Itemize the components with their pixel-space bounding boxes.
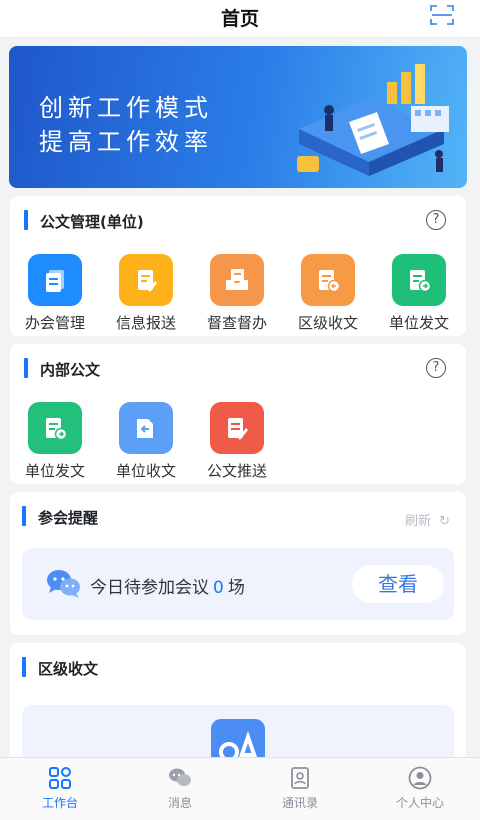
top-bar: 首页 — [0, 0, 480, 38]
contacts-book-icon — [291, 767, 309, 789]
banner-line-1: 创新工作模式 — [39, 94, 213, 122]
district-docs-title: 区级收文 — [38, 660, 99, 678]
bottom-tab-bar: 工作台 消息 通讯录 个人中心 — [0, 757, 480, 820]
help-icon[interactable]: ? — [426, 358, 446, 378]
tab-label: 通讯录 — [281, 796, 318, 810]
app-label: 办会管理 — [24, 314, 85, 332]
section-marker — [22, 506, 26, 526]
banner-line-2: 提高工作效率 — [39, 128, 213, 156]
app-district-receipt[interactable]: 区级收文 — [283, 254, 373, 333]
section-marker — [24, 210, 28, 230]
meeting-text-after: 场 — [227, 578, 245, 598]
tab-profile[interactable]: 个人中心 — [360, 758, 480, 820]
document-push-icon — [210, 402, 264, 454]
tab-label: 工作台 — [41, 796, 78, 810]
section-marker — [22, 657, 26, 677]
app-label: 单位收文 — [115, 462, 176, 480]
refresh-label: 刷新 — [404, 514, 431, 529]
official-docs-card: 公文管理(单位) ? 办会管理 信息报送 督查督办 区级收文 单位发文 — [10, 196, 466, 336]
tab-label: 消息 — [167, 796, 192, 810]
app-label: 区级收文 — [297, 314, 358, 332]
app-label: 公文推送 — [206, 462, 267, 480]
chat-bubbles-icon — [47, 570, 80, 598]
chat-bubbles-icon — [169, 768, 191, 786]
meeting-reminder-title: 参会提醒 — [38, 509, 99, 527]
inbox-tray-icon — [210, 254, 264, 306]
meeting-reminder-card: 参会提醒 刷新 ↻ 今日待参加会议 0 场 查看 — [10, 492, 466, 635]
app-label: 督查督办 — [206, 314, 267, 332]
district-docs-header: 区级收文 — [10, 643, 466, 691]
document-edit-icon — [119, 254, 173, 306]
app-internal-unit-dispatch[interactable]: 单位发文 — [10, 402, 100, 481]
meeting-count: 0 — [213, 578, 224, 598]
document-receive-icon — [301, 254, 355, 306]
meeting-reminder-panel: 今日待参加会议 0 场 查看 — [22, 548, 454, 620]
app-label: 单位发文 — [24, 462, 85, 480]
banner-illustration — [297, 64, 449, 176]
tab-label: 个人中心 — [395, 796, 444, 810]
app-internal-unit-receipt[interactable]: 单位收文 — [101, 402, 191, 481]
refresh-button[interactable]: 刷新 ↻ — [405, 510, 450, 529]
document-stack-icon — [28, 254, 82, 306]
internal-docs-header: 内部公文 ? — [10, 344, 466, 392]
document-send-icon — [28, 402, 82, 454]
app-label: 信息报送 — [115, 314, 176, 332]
tab-contacts[interactable]: 通讯录 — [240, 758, 360, 820]
scan-icon[interactable] — [430, 4, 454, 26]
folder-receive-icon — [119, 402, 173, 454]
help-icon[interactable]: ? — [426, 210, 446, 230]
section-marker — [24, 358, 28, 378]
page-title: 首页 — [220, 8, 259, 30]
tab-workbench[interactable]: 工作台 — [0, 758, 120, 820]
refresh-icon: ↻ — [439, 514, 450, 529]
app-supervision[interactable]: 督查督办 — [192, 254, 282, 333]
app-label: 单位发文 — [388, 314, 449, 332]
app-doc-push[interactable]: 公文推送 — [192, 402, 282, 481]
official-docs-title: 公文管理(单位) — [40, 213, 144, 231]
promo-banner[interactable]: 创新工作模式 提高工作效率 — [9, 46, 467, 188]
app-info-submission[interactable]: 信息报送 — [101, 254, 191, 333]
official-docs-header: 公文管理(单位) ? — [10, 196, 466, 244]
grid-apps-icon — [49, 767, 71, 789]
document-send-icon — [392, 254, 446, 306]
app-meeting-management[interactable]: 办会管理 — [10, 254, 100, 333]
meeting-reminder-header: 参会提醒 刷新 ↻ — [10, 492, 466, 540]
meeting-text-before: 今日待参加会议 — [90, 578, 209, 598]
internal-docs-card: 内部公文 ? 单位发文 单位收文 公文推送 — [10, 344, 466, 484]
tab-messages[interactable]: 消息 — [120, 758, 240, 820]
user-profile-icon — [408, 766, 432, 790]
view-meetings-button[interactable]: 查看 — [352, 565, 444, 603]
meeting-count-text: 今日待参加会议 0 场 — [90, 573, 245, 598]
app-unit-dispatch[interactable]: 单位发文 — [374, 254, 464, 333]
district-docs-card: 区级收文 — [10, 643, 466, 775]
internal-docs-title: 内部公文 — [40, 361, 101, 379]
